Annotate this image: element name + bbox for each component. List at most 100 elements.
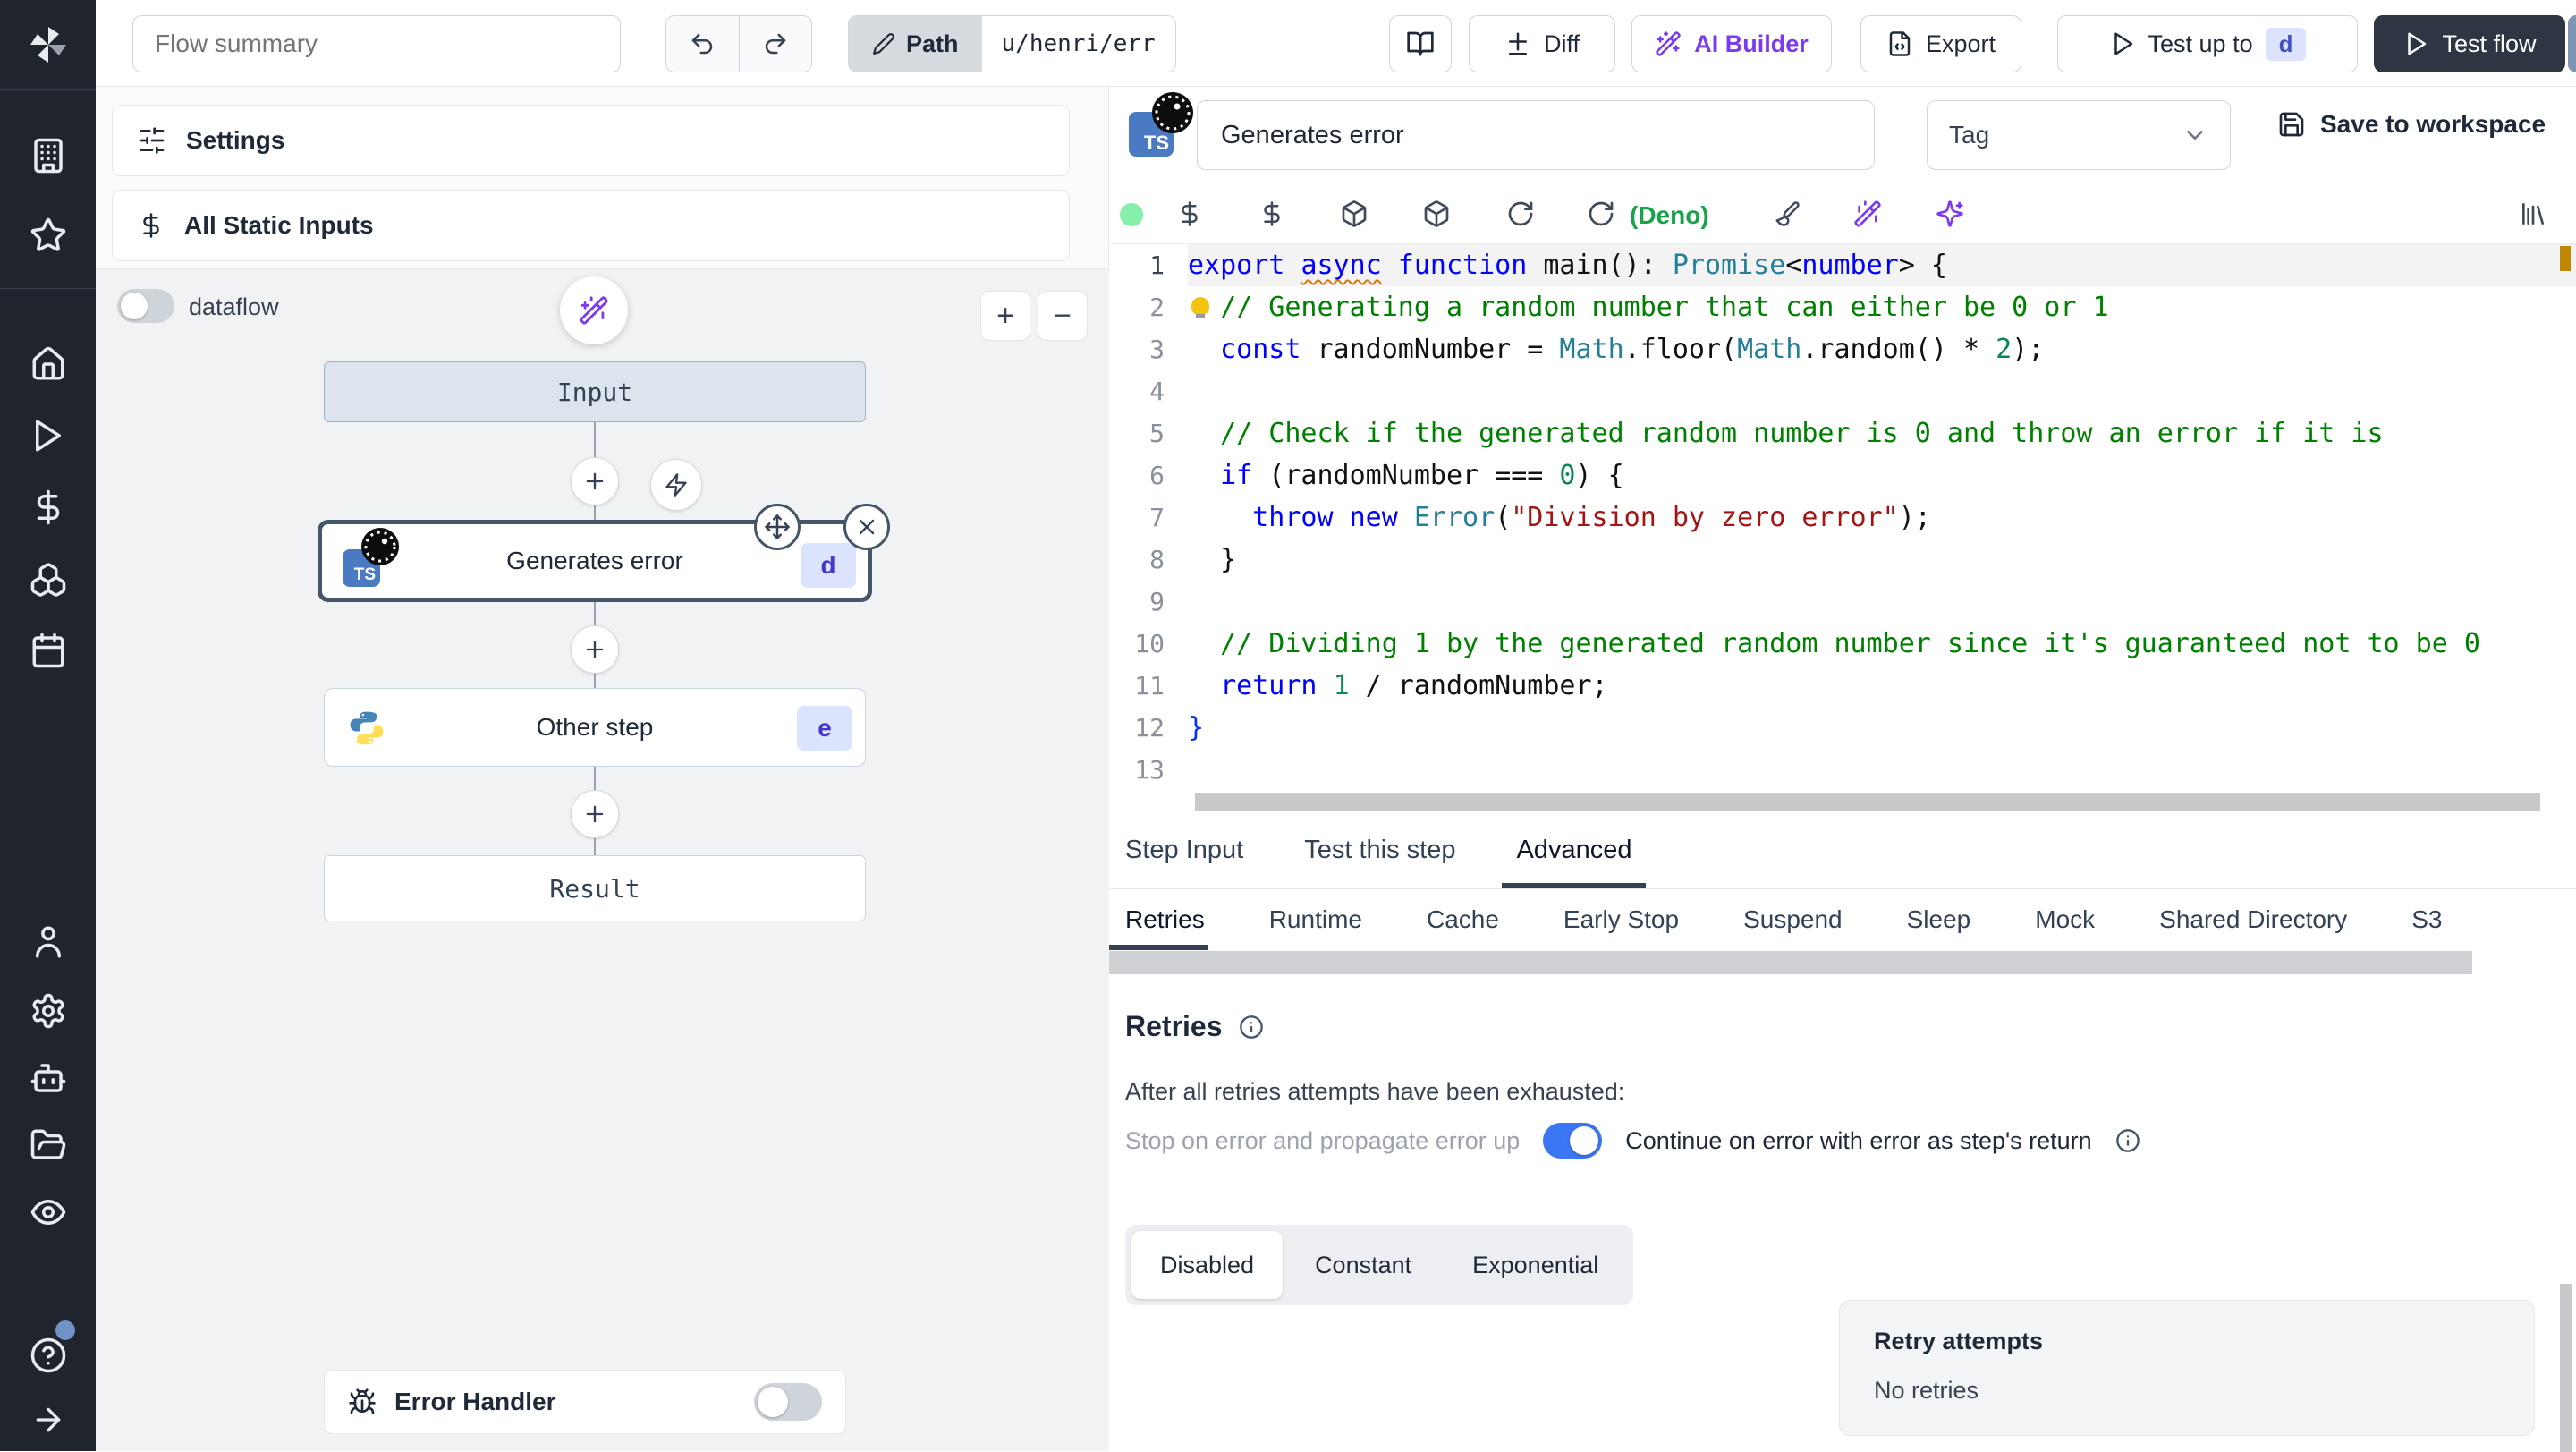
deno-runtime-label[interactable]: (Deno) xyxy=(1630,201,1709,230)
code-editor[interactable]: 1 export async function main(): Promise < n… xyxy=(1109,243,2576,811)
subtab-early-stop[interactable]: Early Stop xyxy=(1563,889,1679,950)
audit-eye-icon[interactable] xyxy=(0,1181,96,1244)
subtab-sleep[interactable]: Sleep xyxy=(1907,889,1971,950)
code-line-13[interactable]: 13 xyxy=(1109,749,2576,791)
flow-summary-input[interactable] xyxy=(132,15,621,72)
subtab-runtime[interactable]: Runtime xyxy=(1269,889,1362,950)
info-icon[interactable] xyxy=(1239,1015,1264,1040)
flow-ai-wand-button[interactable] xyxy=(560,276,628,344)
partial-button-sliver[interactable] xyxy=(2568,15,2576,72)
all-static-inputs-card[interactable]: All Static Inputs xyxy=(112,190,1070,261)
export-button[interactable]: Export xyxy=(1860,15,2021,72)
code-line-1[interactable]: 1 export async function main(): Promise < n… xyxy=(1109,244,2576,286)
format-brush-icon[interactable] xyxy=(1769,196,1805,232)
redo-button[interactable] xyxy=(740,16,812,72)
move-step-button[interactable] xyxy=(754,504,801,550)
user-icon[interactable] xyxy=(0,911,96,973)
code-line-3[interactable]: 3 const randomNumber = Math .floor(Math .r… xyxy=(1109,328,2576,370)
delete-step-button[interactable] xyxy=(843,504,890,550)
subtab-suspend[interactable]: Suspend xyxy=(1743,889,1843,950)
ai-wand-icon[interactable] xyxy=(1850,196,1885,232)
schedules-calendar-icon[interactable] xyxy=(0,619,96,682)
runs-play-icon[interactable] xyxy=(0,404,96,467)
subtab-s3[interactable]: S3 xyxy=(2411,889,2442,950)
error-handler-toggle[interactable] xyxy=(754,1383,822,1421)
library-icon[interactable] xyxy=(2515,196,2551,232)
lightbulb-icon[interactable] xyxy=(1191,297,1209,318)
line-number: 10 xyxy=(1134,629,1165,658)
subtab-retries[interactable]: Retries xyxy=(1109,889,1208,950)
code-line-7[interactable]: 7 throw new Error("Division by zero erro… xyxy=(1109,497,2576,539)
package-icon[interactable] xyxy=(1419,196,1454,232)
windmill-logo-icon[interactable] xyxy=(0,13,96,76)
subtab-shared-directory[interactable]: Shared Directory xyxy=(2159,889,2347,950)
code-line-11[interactable]: 11 return 1 / randomNumber; xyxy=(1109,665,2576,707)
tab-step-input[interactable]: Step Input xyxy=(1125,811,1243,888)
folders-icon[interactable] xyxy=(0,1114,96,1176)
close-icon xyxy=(859,519,875,535)
flow-node-result[interactable]: Result xyxy=(324,855,866,921)
sparkles-icon[interactable] xyxy=(1932,196,1968,232)
workers-bot-icon[interactable] xyxy=(0,1047,96,1109)
flow-node-input[interactable]: Input xyxy=(324,361,866,422)
code-line-8[interactable]: 8 } xyxy=(1109,539,2576,581)
undo-button[interactable] xyxy=(666,16,740,72)
zoom-out-button[interactable]: − xyxy=(1038,291,1088,341)
code-line-10[interactable]: 10 // Dividing 1 by the generated random… xyxy=(1109,623,2576,665)
code-line-9[interactable]: 9 xyxy=(1109,581,2576,623)
tag-select[interactable]: Tag xyxy=(1927,100,2231,170)
step-name-input[interactable] xyxy=(1197,100,1875,170)
favorites-star-icon[interactable] xyxy=(0,204,96,267)
error-handler-card[interactable]: Error Handler xyxy=(324,1370,846,1434)
tab-advanced[interactable]: Advanced xyxy=(1502,811,1647,888)
stop-on-error-label: Stop on error and propagate error up xyxy=(1125,1126,1521,1154)
info-icon[interactable] xyxy=(2115,1128,2140,1153)
add-step-button[interactable] xyxy=(571,625,619,674)
ai-builder-button[interactable]: AI Builder xyxy=(1631,15,1832,72)
subtabs-horizontal-scrollbar[interactable] xyxy=(1109,951,2472,974)
line-number: 3 xyxy=(1149,335,1165,364)
reload-runtime-icon[interactable] xyxy=(1583,196,1619,232)
variables-dollar-icon[interactable] xyxy=(0,476,96,539)
variables-dollar-icon[interactable] xyxy=(1172,196,1208,232)
test-flow-button[interactable]: Test flow xyxy=(2374,15,2565,72)
retry-mode-constant[interactable]: Constant xyxy=(1286,1231,1440,1299)
code-line-12[interactable]: 12} xyxy=(1109,707,2576,749)
move-icon xyxy=(765,514,790,539)
flow-settings-card[interactable]: Settings xyxy=(112,105,1070,176)
diff-button[interactable]: Diff xyxy=(1469,15,1615,72)
panel-vertical-scrollbar[interactable] xyxy=(2560,1284,2572,1452)
expand-sidebar-arrow-icon[interactable] xyxy=(0,1388,96,1451)
retry-mode-exponential[interactable]: Exponential xyxy=(1444,1231,1627,1299)
package-icon[interactable] xyxy=(1336,196,1372,232)
docs-button[interactable] xyxy=(1389,15,1452,72)
editor-horizontal-scrollbar[interactable] xyxy=(1195,793,2540,811)
edit-path-button[interactable]: Path xyxy=(849,16,982,72)
retry-mode-disabled[interactable]: Disabled xyxy=(1131,1231,1284,1299)
help-icon[interactable] xyxy=(0,1320,96,1387)
add-trigger-button[interactable] xyxy=(650,459,702,511)
path-value[interactable]: u/henri/err xyxy=(981,16,1175,72)
code-line-4[interactable]: 4 xyxy=(1109,370,2576,412)
code-line-2[interactable]: 2 // Generating a random number that can… xyxy=(1109,286,2576,328)
code-line-content: // Generating a random number that can e… xyxy=(1188,286,2576,328)
settings-gear-icon[interactable] xyxy=(0,980,96,1042)
add-step-button[interactable] xyxy=(571,457,619,505)
zoom-in-button[interactable]: + xyxy=(980,291,1030,341)
continue-on-error-toggle[interactable] xyxy=(1543,1123,1603,1159)
dataflow-toggle[interactable] xyxy=(117,289,174,323)
flow-node-other-step[interactable]: Other step e xyxy=(324,688,866,767)
code-line-5[interactable]: 5 // Check if the generated random numbe… xyxy=(1109,412,2576,454)
workspace-building-icon[interactable] xyxy=(0,124,96,187)
add-step-button[interactable] xyxy=(571,790,619,838)
code-line-6[interactable]: 6 if (randomNumber === 0) { xyxy=(1109,454,2576,497)
resources-dollar-icon[interactable] xyxy=(1254,196,1290,232)
home-icon[interactable] xyxy=(0,333,96,395)
save-to-workspace-button[interactable]: Save to workspace xyxy=(2277,110,2546,139)
test-up-to-button[interactable]: Test up to d xyxy=(2057,15,2358,72)
resources-boxes-icon[interactable] xyxy=(0,548,96,611)
subtab-cache[interactable]: Cache xyxy=(1427,889,1499,950)
reload-icon[interactable] xyxy=(1503,196,1538,232)
subtab-mock[interactable]: Mock xyxy=(2035,889,2095,950)
tab-test-this-step[interactable]: Test this step xyxy=(1304,811,1455,888)
